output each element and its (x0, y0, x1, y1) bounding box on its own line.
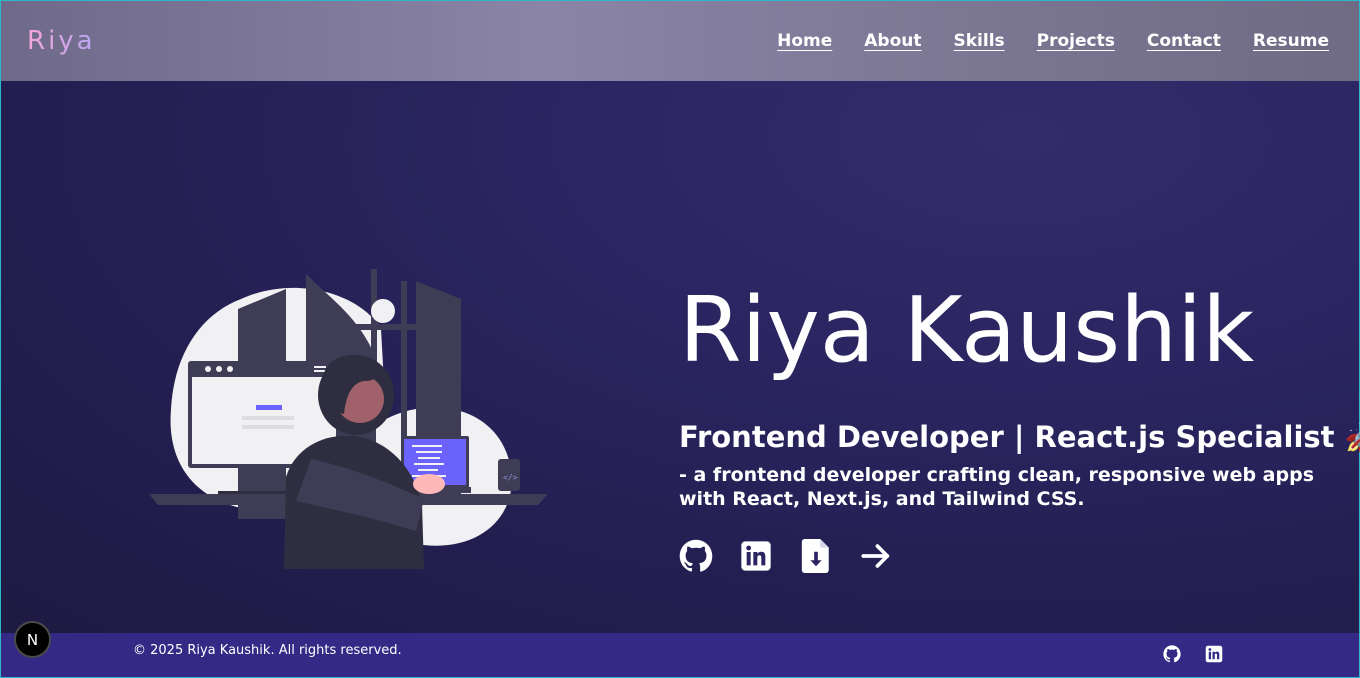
svg-text:</>: </> (503, 473, 518, 482)
file-download-icon[interactable] (799, 539, 833, 573)
nextjs-dev-badge[interactable]: N (14, 621, 51, 658)
rocket-emoji: 🚀 (1345, 420, 1360, 454)
role-text: Frontend Developer | React.js Specialist (679, 420, 1335, 454)
navbar: Riya Home About Skills Projects Contact … (1, 1, 1359, 81)
hero-description: - a frontend developer crafting clean, r… (679, 464, 1314, 510)
linkedin-icon[interactable] (739, 539, 773, 573)
footer-social-links (1163, 645, 1223, 663)
nav-resume[interactable]: Resume (1253, 31, 1329, 51)
footer: © 2025 Riya Kaushik. All rights reserved… (1, 633, 1359, 677)
nav-about[interactable]: About (864, 31, 921, 51)
nav-links: Home About Skills Projects Contact Resum… (777, 31, 1329, 51)
nav-skills[interactable]: Skills (953, 31, 1004, 51)
social-links (679, 539, 1339, 573)
developer-illustration: </> (149, 269, 548, 569)
nav-projects[interactable]: Projects (1037, 31, 1115, 51)
github-icon[interactable] (1163, 645, 1181, 663)
hero-section: </> Riya Kaushik Frontend Developer | Re… (1, 81, 1360, 633)
brand-logo[interactable]: Riya (27, 26, 96, 56)
hero-name: Riya Kaushik (679, 278, 1255, 383)
copyright-text: © 2025 Riya Kaushik. All rights reserved… (133, 643, 402, 658)
hero-text: Riya Kaushik Frontend Developer | React.… (679, 278, 1360, 573)
nav-home[interactable]: Home (777, 31, 832, 51)
github-icon[interactable] (679, 539, 713, 573)
linkedin-icon[interactable] (1205, 645, 1223, 663)
nav-contact[interactable]: Contact (1147, 31, 1221, 51)
hero-role: Frontend Developer | React.js Specialist… (679, 420, 1360, 455)
arrow-right-icon[interactable] (859, 539, 893, 573)
